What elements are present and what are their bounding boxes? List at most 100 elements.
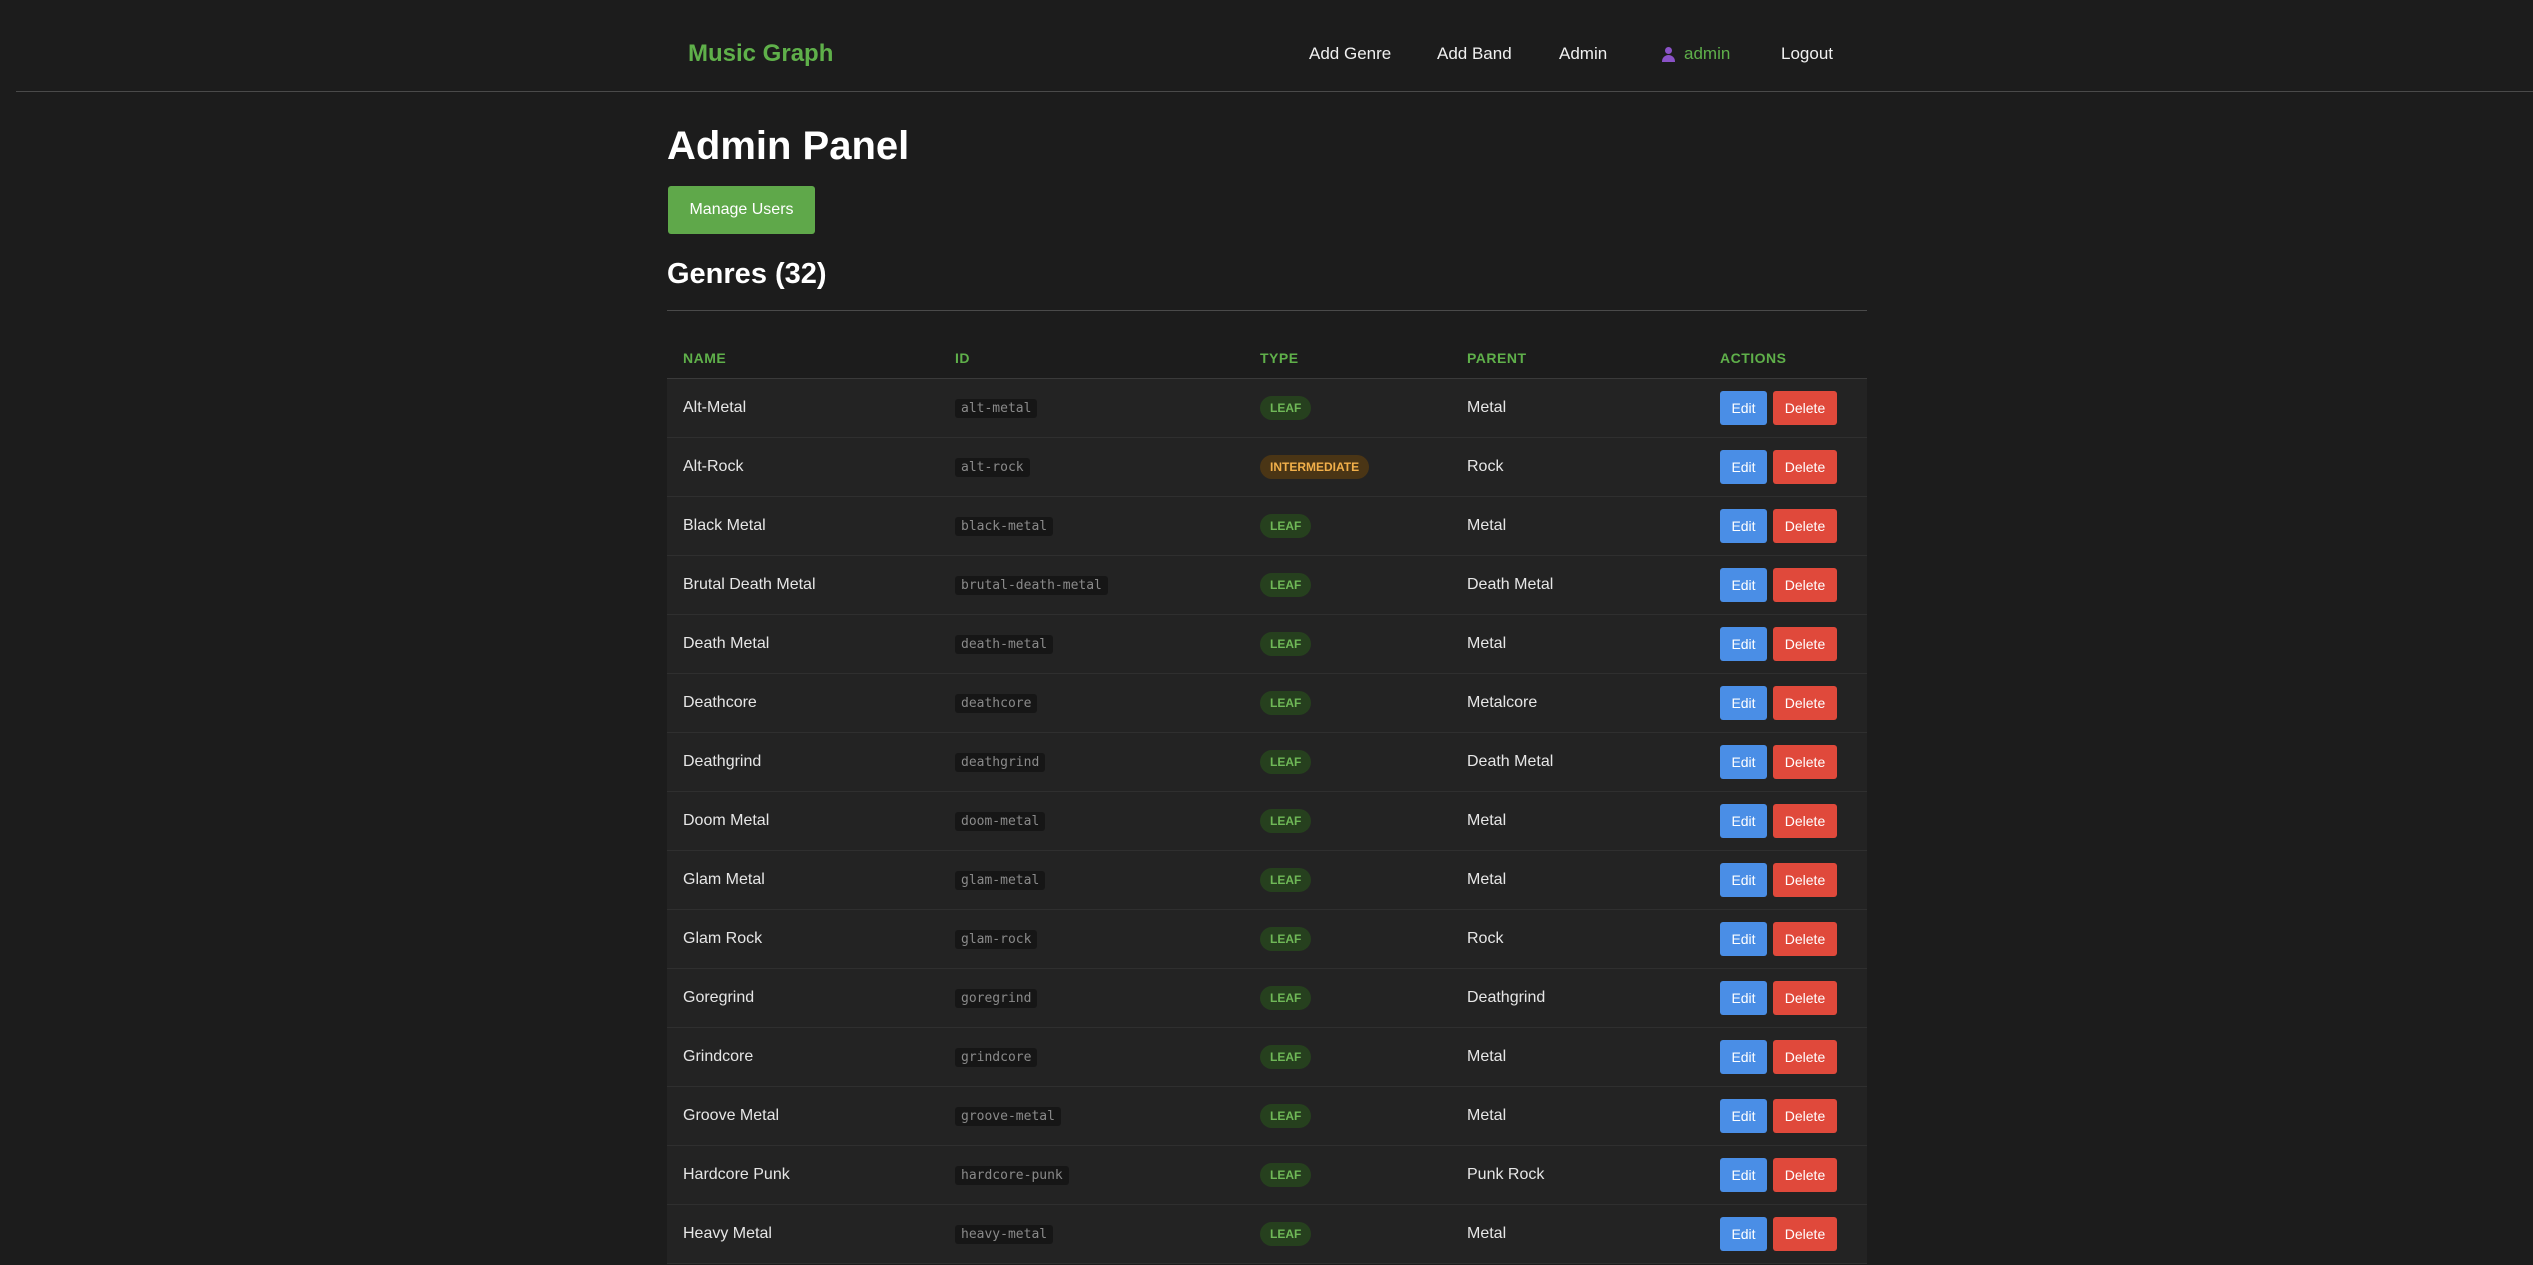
table-row: Doom Metal doom-metal LEAF Metal Edit Delete [667, 791, 1867, 851]
column-header-name: NAME [667, 338, 939, 379]
edit-button[interactable]: Edit [1720, 450, 1767, 484]
table-row: Glam Metal glam-metal LEAF Metal Edit Delete [667, 850, 1867, 910]
delete-button[interactable]: Delete [1773, 1158, 1837, 1192]
type-badge: LEAF [1260, 396, 1312, 420]
edit-button[interactable]: Edit [1720, 1040, 1767, 1074]
genre-id: glam-metal [955, 871, 1046, 890]
genre-parent: Metal [1451, 850, 1704, 910]
edit-button[interactable]: Edit [1720, 1158, 1767, 1192]
nav-add-genre[interactable]: Add Genre [1309, 44, 1391, 64]
edit-button[interactable]: Edit [1720, 1217, 1767, 1251]
type-badge: LEAF [1260, 986, 1312, 1010]
delete-button[interactable]: Delete [1773, 391, 1837, 425]
edit-button[interactable]: Edit [1720, 568, 1767, 602]
genre-name: Glam Metal [667, 850, 939, 910]
nav-logout[interactable]: Logout [1781, 44, 1833, 64]
genre-type-cell: LEAF [1244, 496, 1451, 556]
delete-button[interactable]: Delete [1773, 1040, 1837, 1074]
genre-id-cell: grindcore [939, 1027, 1244, 1087]
genre-actions: Edit Delete [1704, 555, 1867, 615]
genre-parent: Punk Rock [1451, 1145, 1704, 1205]
genre-type-cell: LEAF [1244, 1204, 1451, 1264]
table-row: Black Metal black-metal LEAF Metal Edit Delet… [667, 496, 1867, 556]
delete-button[interactable]: Delete [1773, 1099, 1837, 1133]
nav-user-profile[interactable]: admin [1662, 44, 1730, 64]
type-badge: LEAF [1260, 927, 1312, 951]
edit-button[interactable]: Edit [1720, 627, 1767, 661]
delete-button[interactable]: Delete [1773, 1217, 1837, 1251]
genre-parent: Metal [1451, 791, 1704, 851]
genre-id-cell: hardcore-punk [939, 1145, 1244, 1205]
table-row: Goregrind goregrind LEAF Deathgrind Edit Dele… [667, 968, 1867, 1028]
type-badge: LEAF [1260, 573, 1312, 597]
type-badge: LEAF [1260, 1104, 1312, 1128]
edit-button[interactable]: Edit [1720, 981, 1767, 1015]
delete-button[interactable]: Delete [1773, 509, 1837, 543]
delete-button[interactable]: Delete [1773, 981, 1837, 1015]
type-badge: LEAF [1260, 1222, 1312, 1246]
genre-id: deathgrind [955, 753, 1046, 772]
genre-id: alt-metal [955, 399, 1038, 418]
genre-parent: Metal [1451, 378, 1704, 438]
table-row: Deathgrind deathgrind LEAF Death Metal Edit D… [667, 732, 1867, 792]
genre-id-cell: death-metal [939, 614, 1244, 674]
type-badge: LEAF [1260, 809, 1312, 833]
genre-actions: Edit Delete [1704, 732, 1867, 792]
genre-id: deathcore [955, 694, 1038, 713]
edit-button[interactable]: Edit [1720, 391, 1767, 425]
genre-id-cell: glam-rock [939, 909, 1244, 969]
genre-id: grindcore [955, 1048, 1038, 1067]
type-badge: LEAF [1260, 632, 1312, 656]
genre-parent: Metal [1451, 496, 1704, 556]
genre-parent: Metal [1451, 1086, 1704, 1146]
delete-button[interactable]: Delete [1773, 922, 1837, 956]
genre-actions: Edit Delete [1704, 1145, 1867, 1205]
delete-button[interactable]: Delete [1773, 686, 1837, 720]
genre-actions: Edit Delete [1704, 1027, 1867, 1087]
column-header-parent: PARENT [1451, 338, 1704, 379]
nav-admin[interactable]: Admin [1559, 44, 1607, 64]
manage-users-button[interactable]: Manage Users [668, 186, 815, 234]
genre-parent: Death Metal [1451, 555, 1704, 615]
genre-type-cell: LEAF [1244, 968, 1451, 1028]
genre-actions: Edit Delete [1704, 968, 1867, 1028]
top-navigation-bar: Music Graph Add Genre Add Band Admin adm… [16, 0, 2533, 92]
genre-id-cell: black-metal [939, 496, 1244, 556]
genre-id-cell: alt-rock [939, 437, 1244, 497]
genres-table-body: Alt-Metal alt-metal LEAF Metal Edit Delete Alt… [667, 378, 1867, 1264]
genre-parent: Rock [1451, 909, 1704, 969]
genre-name: Black Metal [667, 496, 939, 556]
genre-name: Groove Metal [667, 1086, 939, 1146]
genre-id-cell: heavy-metal [939, 1204, 1244, 1264]
genre-id: goregrind [955, 989, 1038, 1008]
delete-button[interactable]: Delete [1773, 804, 1837, 838]
genre-id: death-metal [955, 635, 1054, 654]
type-badge: INTERMEDIATE [1260, 455, 1370, 479]
edit-button[interactable]: Edit [1720, 922, 1767, 956]
genre-name: Goregrind [667, 968, 939, 1028]
edit-button[interactable]: Edit [1720, 1099, 1767, 1133]
genre-name: Deathgrind [667, 732, 939, 792]
edit-button[interactable]: Edit [1720, 863, 1767, 897]
edit-button[interactable]: Edit [1720, 509, 1767, 543]
delete-button[interactable]: Delete [1773, 627, 1837, 661]
table-row: Alt-Rock alt-rock INTERMEDIATE Rock Edit Dele… [667, 437, 1867, 497]
genre-type-cell: LEAF [1244, 1027, 1451, 1087]
genre-name: Brutal Death Metal [667, 555, 939, 615]
edit-button[interactable]: Edit [1720, 745, 1767, 779]
genre-type-cell: LEAF [1244, 850, 1451, 910]
genre-actions: Edit Delete [1704, 909, 1867, 969]
table-row: Brutal Death Metal brutal-death-metal LEAF… [667, 555, 1867, 615]
delete-button[interactable]: Delete [1773, 450, 1837, 484]
delete-button[interactable]: Delete [1773, 568, 1837, 602]
genre-id: brutal-death-metal [955, 576, 1108, 595]
type-badge: LEAF [1260, 691, 1312, 715]
nav-add-band[interactable]: Add Band [1437, 44, 1512, 64]
delete-button[interactable]: Delete [1773, 863, 1837, 897]
delete-button[interactable]: Delete [1773, 745, 1837, 779]
edit-button[interactable]: Edit [1720, 804, 1767, 838]
table-row: Grindcore grindcore LEAF Metal Edit Delete [667, 1027, 1867, 1087]
genre-id: black-metal [955, 517, 1054, 536]
page-title: Admin Panel [667, 124, 910, 168]
edit-button[interactable]: Edit [1720, 686, 1767, 720]
